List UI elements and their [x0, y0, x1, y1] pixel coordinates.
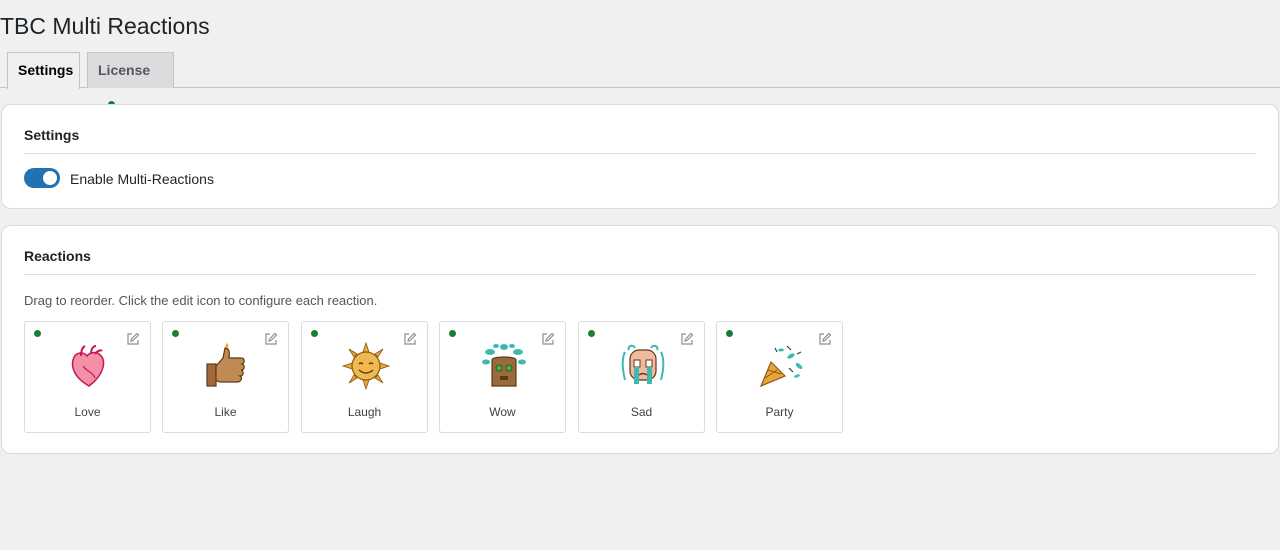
- tab-license-label: License: [98, 62, 151, 78]
- tab-settings-label: Settings: [18, 62, 74, 78]
- reaction-card-party[interactable]: Party: [716, 321, 843, 433]
- divider: [24, 274, 1256, 275]
- divider: [24, 153, 1256, 154]
- edit-icon[interactable]: [680, 332, 694, 346]
- reaction-label: Sad: [630, 405, 653, 419]
- reorder-hint: Drag to reorder. Click the edit icon to …: [24, 293, 378, 308]
- anatomical-heart-icon: [71, 345, 105, 387]
- enable-multi-reactions-toggle[interactable]: [24, 168, 60, 188]
- toggle-label: Enable Multi-Reactions: [70, 171, 214, 187]
- crying-face-icon: [621, 344, 665, 384]
- sun-face-icon: [342, 342, 390, 390]
- tree-face-icon: [482, 344, 526, 387]
- settings-card: Settings Enable Multi-Reactions: [1, 104, 1279, 209]
- reaction-card-wow[interactable]: Wow: [439, 321, 566, 433]
- tab-settings[interactable]: Settings: [7, 52, 80, 89]
- edit-icon[interactable]: [264, 332, 278, 346]
- edit-icon[interactable]: [818, 332, 832, 346]
- toggle-knob: [43, 171, 57, 185]
- reaction-card-like[interactable]: Like: [162, 321, 289, 433]
- reaction-card-love[interactable]: Love: [24, 321, 151, 433]
- page-title: TBC Multi Reactions: [0, 13, 210, 39]
- reactions-card: Reactions Drag to reorder. Click the edi…: [1, 225, 1279, 454]
- edit-icon[interactable]: [403, 332, 417, 346]
- reaction-card-laugh[interactable]: Laugh: [301, 321, 428, 433]
- status-dot: [726, 330, 733, 337]
- reaction-label: Like: [214, 405, 237, 419]
- status-dot: [588, 330, 595, 337]
- tab-license[interactable]: License: [87, 52, 174, 108]
- reaction-label: Party: [765, 405, 794, 419]
- reaction-card-sad[interactable]: Sad: [578, 321, 705, 433]
- status-dot: [449, 330, 456, 337]
- thumbs-up-icon: [206, 343, 245, 387]
- reaction-label: Laugh: [347, 405, 382, 419]
- status-dot: [34, 330, 41, 337]
- tab-bar: Settings License: [0, 52, 1280, 108]
- reactions-card-title: Reactions: [24, 248, 91, 264]
- edit-icon[interactable]: [541, 332, 555, 346]
- status-dot: [172, 330, 179, 337]
- reaction-label: Love: [74, 405, 101, 419]
- party-popper-icon: [759, 345, 803, 388]
- status-dot: [311, 330, 318, 337]
- reaction-label: Wow: [489, 405, 516, 419]
- edit-icon[interactable]: [126, 332, 140, 346]
- settings-card-title: Settings: [24, 127, 80, 143]
